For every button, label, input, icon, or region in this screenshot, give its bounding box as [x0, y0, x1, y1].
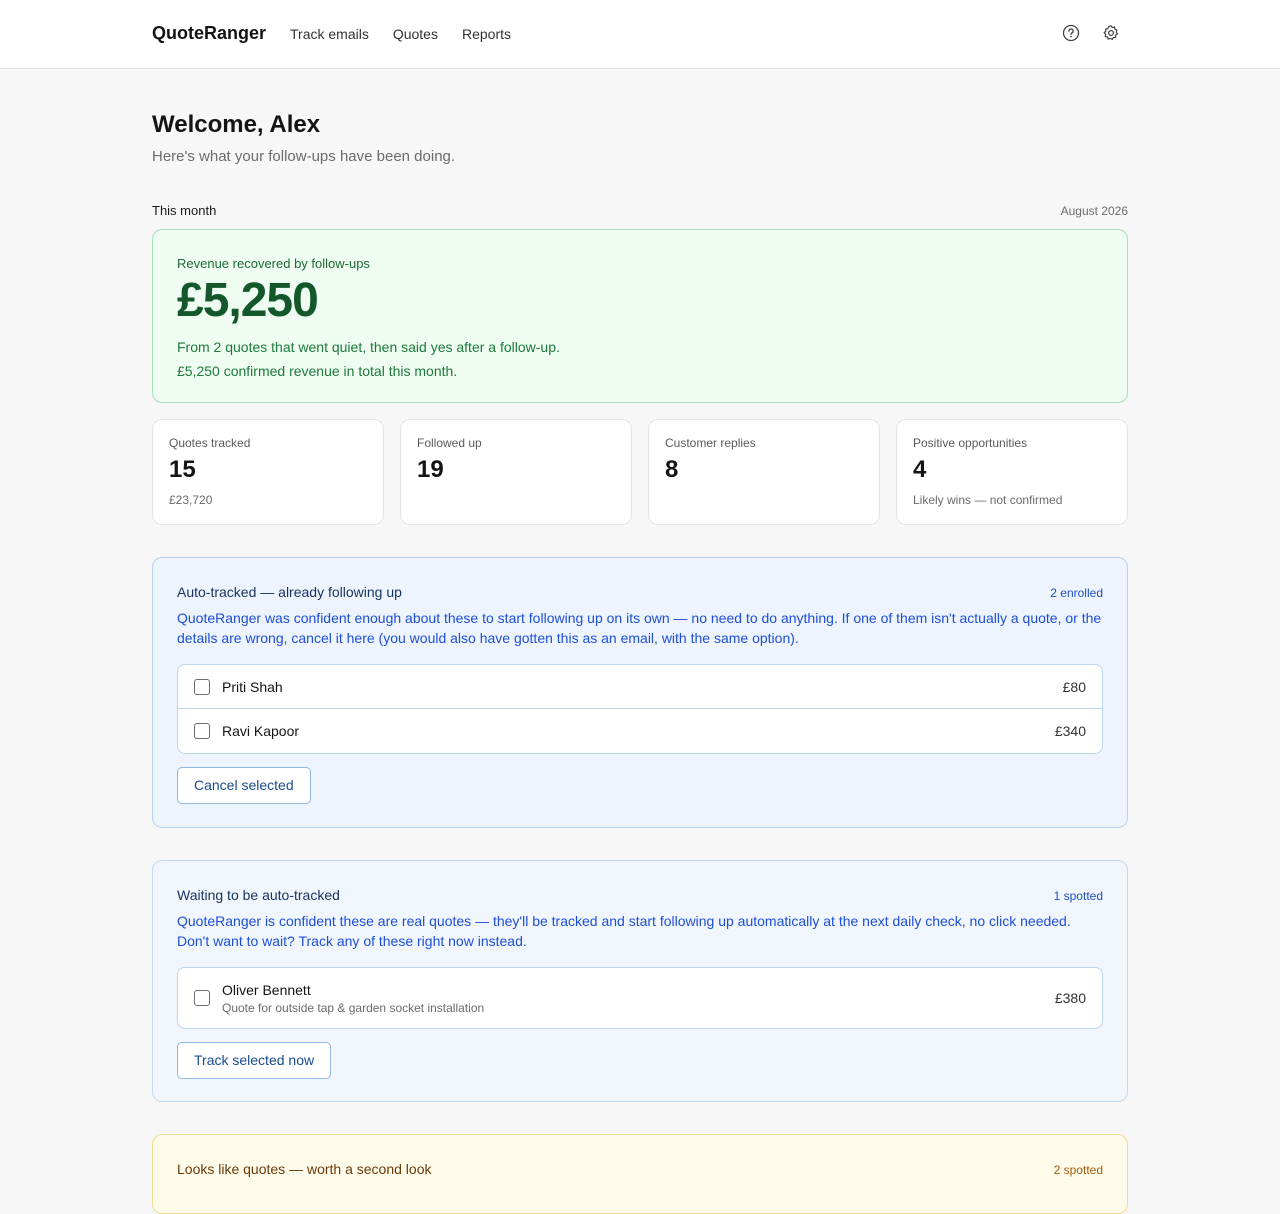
row-checkbox[interactable]: [194, 678, 210, 695]
stat-note: Likely wins — not confirmed: [913, 493, 1063, 507]
stat-value: 4: [913, 456, 927, 483]
quote-amount: £80: [1062, 678, 1086, 695]
top-icons: [1062, 24, 1120, 42]
list-item[interactable]: Priti Shah £80: [178, 665, 1102, 709]
revenue-detail: From 2 quotes that went quiet, then said…: [177, 339, 560, 355]
stat-note: £23,720: [169, 493, 213, 507]
row-checkbox[interactable]: [194, 990, 210, 1006]
customer-name: Ravi Kapoor: [222, 723, 300, 739]
stat-label: Quotes tracked: [169, 436, 251, 450]
row-checkbox[interactable]: [194, 723, 210, 739]
spotted-count-badge: 2 spotted: [1053, 1163, 1103, 1177]
waiting-panel: Waiting to be auto-tracked 1 spotted Quo…: [152, 860, 1128, 1102]
stat-customer-replies: Customer replies 8: [648, 419, 880, 525]
month-date: August 2026: [1060, 204, 1128, 218]
second-look-panel: Looks like quotes — worth a second look …: [152, 1134, 1128, 1214]
stats-row: Quotes tracked 15 £23,720 Followed up 19…: [152, 419, 1128, 525]
month-label: This month: [152, 203, 217, 218]
stat-value: 8: [665, 456, 679, 483]
stat-label: Followed up: [417, 436, 482, 450]
main-nav: Track emails Quotes Reports: [290, 26, 511, 42]
list-item[interactable]: Ravi Kapoor £340: [178, 709, 1102, 753]
help-circle-icon[interactable]: [1062, 24, 1080, 42]
nav-track-emails[interactable]: Track emails: [290, 26, 369, 42]
nav-quotes[interactable]: Quotes: [393, 26, 438, 42]
enrolled-count-badge: 2 enrolled: [1050, 586, 1103, 600]
revenue-total: £5,250 confirmed revenue in total this m…: [177, 363, 458, 379]
revenue-title: Revenue recovered by follow-ups: [177, 256, 370, 271]
revenue-amount: £5,250: [177, 274, 319, 327]
auto-tracked-panel: Auto-tracked — already following up 2 en…: [152, 557, 1128, 828]
brand-logo[interactable]: QuoteRanger: [152, 23, 266, 44]
panel-description: QuoteRanger is confident these are real …: [177, 913, 1071, 949]
auto-tracked-list: Priti Shah £80 Ravi Kapoor £340: [177, 664, 1103, 754]
quote-amount: £380: [1054, 990, 1086, 1006]
nav-reports[interactable]: Reports: [462, 26, 511, 42]
customer-name: Oliver Bennett: [222, 981, 311, 998]
panel-title: Looks like quotes — worth a second look: [177, 1161, 432, 1177]
panel-title: Auto-tracked — already following up: [177, 584, 402, 600]
revenue-card: Revenue recovered by follow-ups £5,250 F…: [152, 229, 1128, 403]
stat-positive-opportunities: Positive opportunities 4 Likely wins — n…: [896, 419, 1128, 525]
quote-amount: £340: [1054, 723, 1086, 739]
list-item[interactable]: Oliver Bennett Quote for outside tap & g…: [178, 968, 1102, 1028]
stat-followed-up: Followed up 19: [400, 419, 632, 525]
cancel-selected-button[interactable]: Cancel selected: [177, 767, 311, 804]
month-header: This month August 2026: [152, 203, 1128, 218]
stat-value: 15: [169, 456, 196, 483]
page-subtitle: Here's what your follow-ups have been do…: [152, 148, 456, 165]
panel-description: QuoteRanger was confident enough about t…: [177, 610, 1102, 646]
quote-description: Quote for outside tap & garden socket in…: [222, 1000, 485, 1015]
waiting-list: Oliver Bennett Quote for outside tap & g…: [177, 967, 1103, 1029]
panel-title: Waiting to be auto-tracked: [177, 887, 340, 903]
page-title: Welcome, Alex: [152, 111, 321, 138]
spotted-count-badge: 1 spotted: [1053, 889, 1103, 903]
stat-label: Positive opportunities: [913, 436, 1028, 450]
top-bar: QuoteRanger Track emails Quotes Reports: [0, 0, 1280, 69]
stat-value: 19: [417, 456, 444, 483]
stat-quotes-tracked: Quotes tracked 15 £23,720: [152, 419, 384, 525]
customer-name: Priti Shah: [222, 678, 283, 695]
track-selected-button[interactable]: Track selected now: [177, 1042, 332, 1079]
stat-label: Customer replies: [665, 436, 756, 450]
gear-icon[interactable]: [1102, 24, 1120, 42]
